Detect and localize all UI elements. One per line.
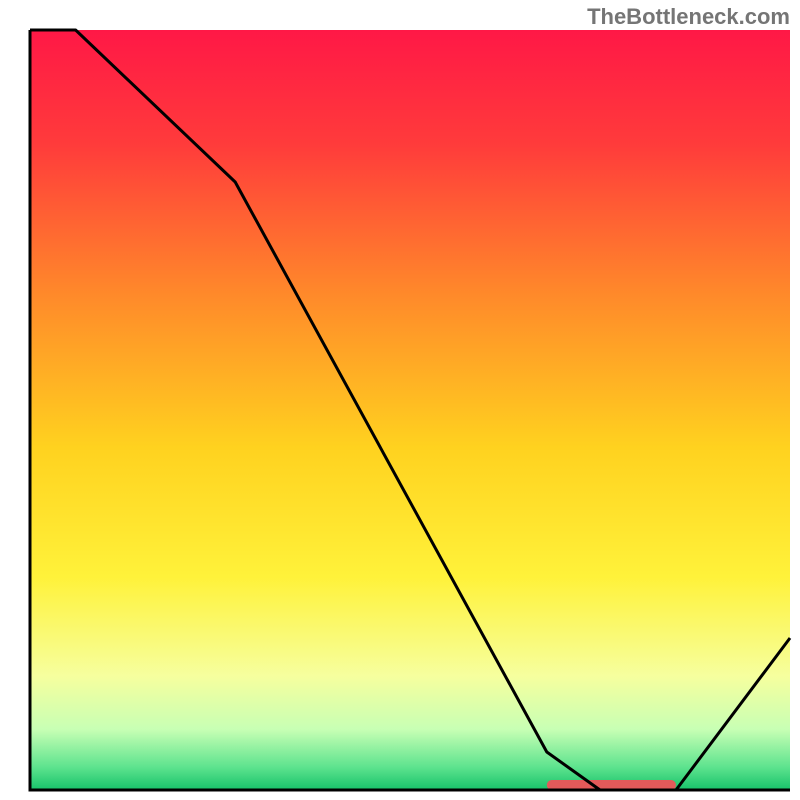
gradient-background [30,30,790,790]
bottleneck-chart [0,0,800,800]
chart-container: TheBottleneck.com [0,0,800,800]
plot-area [30,30,790,790]
